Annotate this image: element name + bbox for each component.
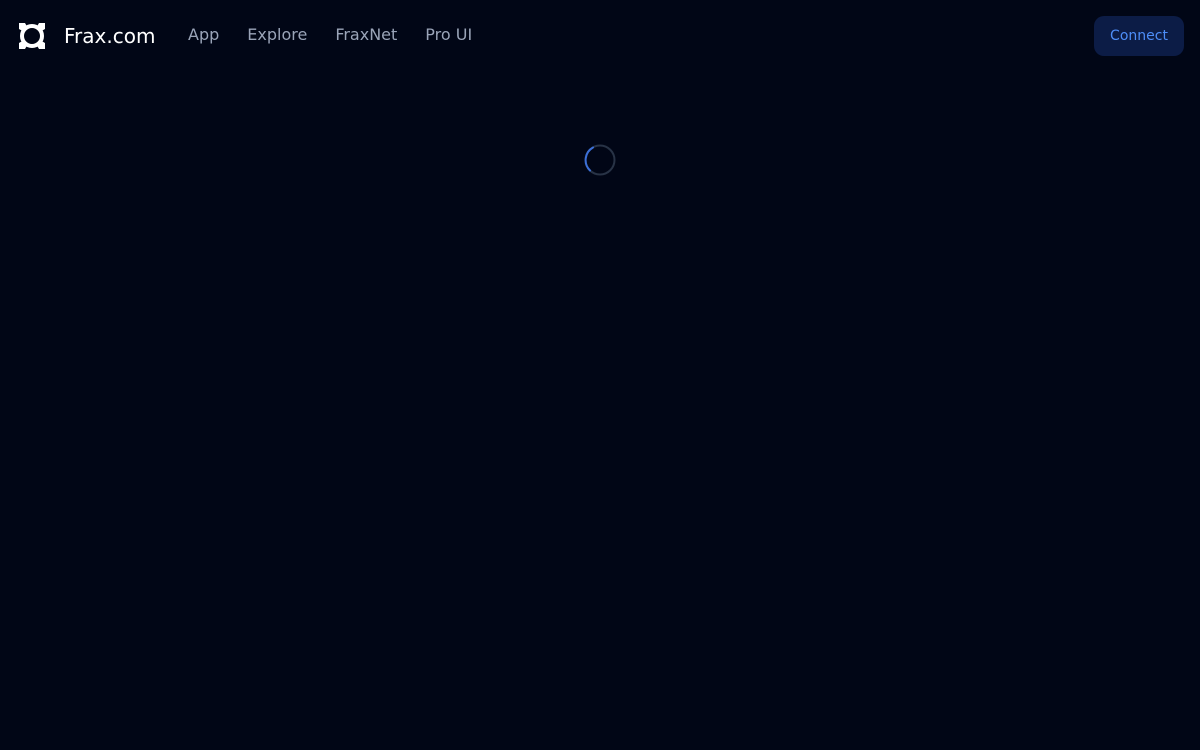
loading-spinner-icon bbox=[584, 144, 616, 176]
frax-logo-icon bbox=[19, 23, 45, 49]
main-nav: App Explore FraxNet Pro UI bbox=[188, 22, 472, 48]
top-navigation-bar: Frax.com App Explore FraxNet Pro UI Conn… bbox=[0, 0, 1200, 72]
brand-home-link[interactable]: Frax.com bbox=[16, 20, 155, 52]
nav-link-app[interactable]: App bbox=[188, 22, 219, 48]
nav-link-explore[interactable]: Explore bbox=[247, 22, 307, 48]
brand-name: Frax.com bbox=[64, 24, 156, 48]
nav-link-fraxnet[interactable]: FraxNet bbox=[335, 22, 397, 48]
spinner-arc bbox=[584, 146, 594, 172]
connect-wallet-button[interactable]: Connect bbox=[1094, 16, 1184, 56]
page: Frax.com App Explore FraxNet Pro UI Conn… bbox=[0, 0, 1200, 750]
nav-link-pro-ui[interactable]: Pro UI bbox=[425, 22, 472, 48]
